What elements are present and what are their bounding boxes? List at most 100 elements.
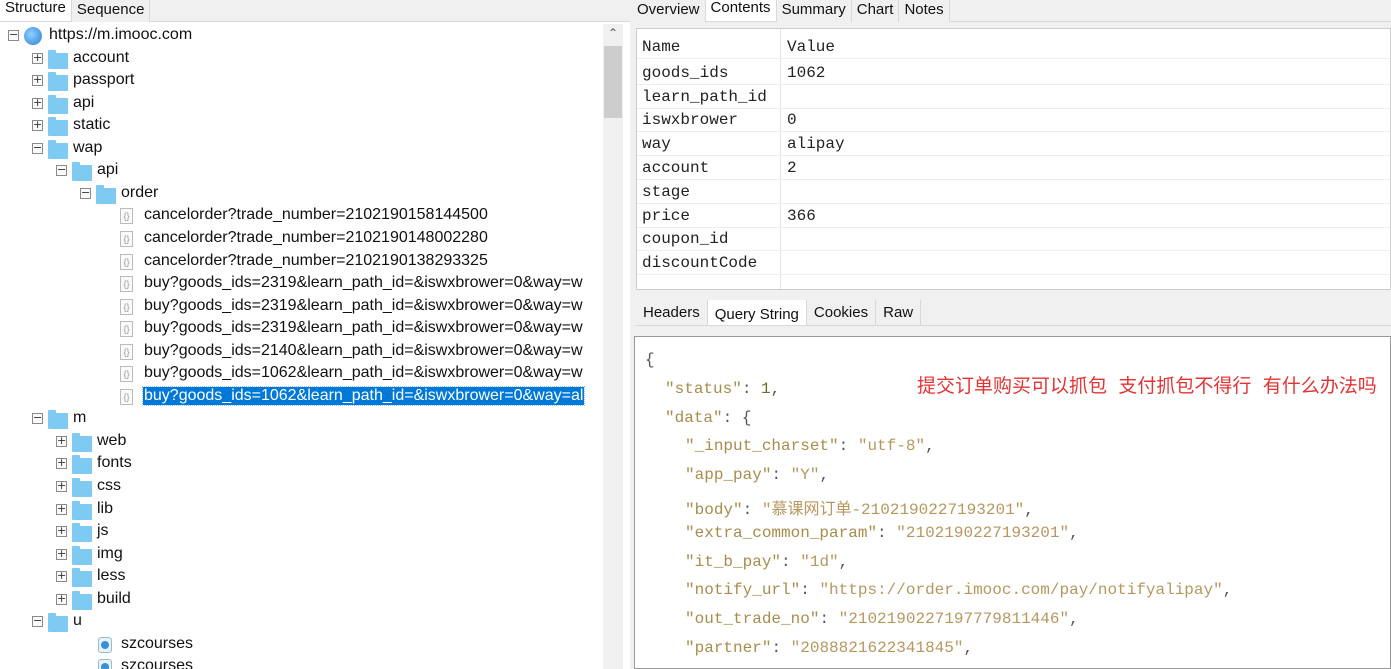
expand-icon[interactable]: + xyxy=(56,570,67,583)
file-icon: {} xyxy=(120,321,133,338)
table-row[interactable]: discountCode xyxy=(637,251,1390,276)
tree-node-resource[interactable]: szcourses xyxy=(0,656,600,669)
expand-icon[interactable]: + xyxy=(32,52,43,64)
tree-node-file[interactable]: {} buy?goods_ids=1062&learn_path_id=&iswx… xyxy=(0,385,600,408)
tree-node-label: api xyxy=(97,161,119,179)
tree-node-file[interactable]: {} buy?goods_ids=2319&learn_path_id=&iswx… xyxy=(0,296,600,318)
collapse-icon[interactable]: − xyxy=(56,164,67,177)
expand-icon[interactable]: + xyxy=(56,457,67,470)
scroll-up-arrow-icon[interactable]: ⌃ xyxy=(603,26,623,40)
json-line: "app_pay": "Y", xyxy=(685,466,830,485)
tree-node-folder[interactable]: + build xyxy=(0,589,600,611)
tree-node-resource[interactable]: szcourses xyxy=(0,634,600,656)
tree-node-file[interactable]: {} buy?goods_ids=2319&learn_path_id=&iswx… xyxy=(0,273,600,295)
expand-icon[interactable]: + xyxy=(56,503,67,515)
tree-node-folder[interactable]: + fonts xyxy=(0,453,600,475)
expand-icon[interactable]: + xyxy=(32,74,43,87)
tree-node-folder[interactable]: + less xyxy=(0,566,600,588)
tab-structure[interactable]: Structure xyxy=(0,0,72,21)
collapse-icon[interactable]: − xyxy=(32,412,43,425)
tree-node-folder[interactable]: + lib xyxy=(0,499,600,521)
json-string: https://order.imooc.com/pay/notifyalipay xyxy=(829,581,1214,600)
tree-node-file[interactable]: {} cancelorder?trade_number=2102190158144… xyxy=(0,205,600,227)
table-header-row: Name Value xyxy=(637,35,1390,59)
tree-node-folder[interactable]: + img xyxy=(0,544,600,566)
table-row[interactable]: account 2 xyxy=(637,156,1390,180)
tree-node-file[interactable]: {} buy?goods_ids=2140&learn_path_id=&iswx… xyxy=(0,341,600,363)
file-icon: {} xyxy=(120,208,133,225)
tab-overview[interactable]: Overview xyxy=(632,0,706,22)
tree-node-host[interactable]: − https://m.imooc.com xyxy=(0,25,600,47)
tree-node-label: buy?goods_ids=2319&learn_path_id=&iswxbr… xyxy=(144,319,583,337)
folder-icon xyxy=(48,613,68,633)
tab-contents[interactable]: Contents xyxy=(705,0,777,21)
table-row[interactable]: goods_ids 1062 xyxy=(637,61,1390,85)
table-row[interactable]: coupon_id xyxy=(637,227,1390,252)
expand-icon[interactable]: + xyxy=(32,97,43,109)
tree-node-folder[interactable]: − order xyxy=(0,183,600,205)
table-row[interactable]: learn_path_id xyxy=(637,85,1390,109)
collapse-icon[interactable]: − xyxy=(8,29,19,41)
expand-icon[interactable]: + xyxy=(56,525,67,538)
tab-chart[interactable]: Chart xyxy=(851,0,900,22)
detail-tab-bar: Overview Contents Summary Chart Notes xyxy=(632,0,1391,22)
tree-node-file[interactable]: {} buy?goods_ids=1062&learn_path_id=&iswx… xyxy=(0,363,600,385)
folder-icon xyxy=(72,478,92,497)
param-name: goods_ids xyxy=(642,63,729,82)
response-body-view[interactable]: 提交订单购买可以抓包 支付抓包不得行 有什么办法吗 {"status": 1, "… xyxy=(634,336,1391,669)
tree-node-folder[interactable]: + passport xyxy=(0,70,600,92)
table-row[interactable]: stage xyxy=(637,180,1390,204)
tree-node-folder[interactable]: + api xyxy=(0,93,600,115)
json-brace: { xyxy=(645,351,655,369)
expand-icon[interactable]: + xyxy=(56,593,67,605)
param-value: 0 xyxy=(787,111,797,130)
table-row[interactable]: way alipay xyxy=(637,132,1390,157)
tree-node-label: web xyxy=(97,431,127,449)
tab-cookies[interactable]: Cookies xyxy=(807,300,877,325)
param-name: discountCode xyxy=(642,254,758,273)
json-brace: { xyxy=(741,408,752,427)
collapse-icon[interactable]: − xyxy=(32,615,43,628)
tree-node-label: static xyxy=(73,116,111,134)
tree-node-folder[interactable]: + web xyxy=(0,431,600,453)
expand-icon[interactable]: + xyxy=(32,119,43,132)
json-line: "status": 1, xyxy=(665,379,781,398)
tree-node-folder[interactable]: − wap xyxy=(0,138,600,160)
tree-node-file[interactable]: {} buy?goods_ids=2319&learn_path_id=&iswx… xyxy=(0,318,600,340)
expand-icon[interactable]: + xyxy=(56,548,67,560)
tab-headers[interactable]: Headers xyxy=(636,300,708,325)
expand-icon[interactable]: + xyxy=(56,435,67,447)
tab-notes[interactable]: Notes xyxy=(899,0,950,22)
tree-node-folder[interactable]: − m xyxy=(0,408,600,430)
tree-node-label: buy?goods_ids=1062&learn_path_id=&iswxbr… xyxy=(144,364,583,382)
tab-query-string[interactable]: Query String xyxy=(707,300,807,325)
table-row[interactable]: price 366 xyxy=(637,204,1390,228)
tab-raw[interactable]: Raw xyxy=(876,300,922,325)
json-line: "data": { xyxy=(665,408,752,427)
tree-node-label: buy?goods_ids=2319&learn_path_id=&iswxbr… xyxy=(144,274,583,292)
collapse-icon[interactable]: − xyxy=(80,187,91,199)
tree-node-folder[interactable]: + account xyxy=(0,48,600,70)
tab-summary[interactable]: Summary xyxy=(776,0,852,22)
scrollbar-thumb[interactable] xyxy=(604,46,622,118)
tree-scrollbar[interactable]: ⌃ xyxy=(603,24,623,669)
tree-node-label: img xyxy=(97,544,123,562)
tree-node-folder[interactable]: − api xyxy=(0,160,600,182)
param-name: price xyxy=(642,206,691,225)
tab-sequence[interactable]: Sequence xyxy=(71,0,151,22)
tree-node-label: cancelorder?trade_number=210219013829332… xyxy=(144,251,488,269)
tree-node-file[interactable]: {} cancelorder?trade_number=2102190148002… xyxy=(0,228,600,250)
tree-node-folder[interactable]: + static xyxy=(0,115,600,137)
json-string: 慕课网订单-2102190227193201 xyxy=(771,501,1015,519)
folder-icon xyxy=(72,523,92,543)
tree-node-folder[interactable]: + js xyxy=(0,521,600,543)
tree-node-label: fonts xyxy=(97,454,132,472)
json-line: { xyxy=(645,351,655,369)
table-row[interactable]: iswxbrower 0 xyxy=(637,108,1390,133)
collapse-icon[interactable]: − xyxy=(32,142,43,154)
expand-icon[interactable]: + xyxy=(56,480,67,492)
tree-node-folder[interactable]: + css xyxy=(0,476,600,498)
tree-node-file[interactable]: {} cancelorder?trade_number=2102190138293… xyxy=(0,251,600,273)
json-key: body xyxy=(694,501,734,519)
tree-node-folder[interactable]: − u xyxy=(0,611,600,633)
